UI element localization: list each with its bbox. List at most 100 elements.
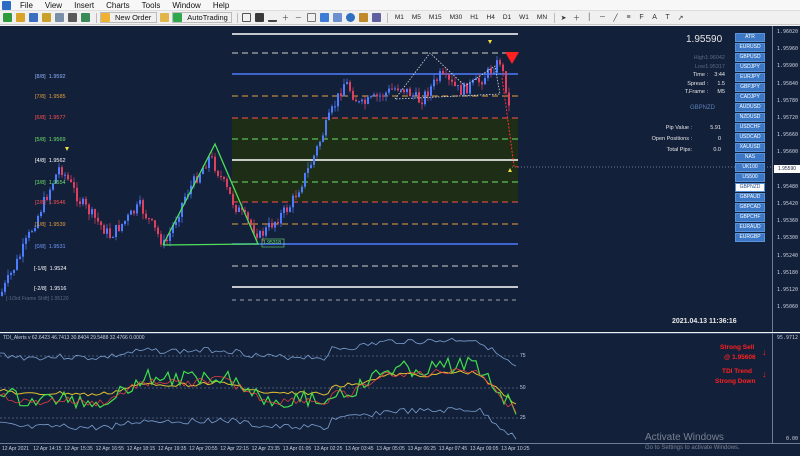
crosshair-icon[interactable]: ＋	[571, 12, 582, 23]
text-icon[interactable]: A	[649, 12, 660, 23]
symbol-button-nzdusd[interactable]: NZDUSD	[735, 113, 765, 122]
murrey-level-label: [-2/8] 1.9516	[34, 286, 67, 292]
trendline-icon[interactable]: ╱	[610, 12, 621, 23]
timeframe-mn[interactable]: MN	[533, 14, 551, 21]
time-axis-label: 13 Apr 02:25	[314, 446, 343, 452]
symbol-button-cadjpy[interactable]: CADJPY	[735, 93, 765, 102]
time-axis[interactable]: 12 Apr 2021 12 Apr 14:15 12 Apr 15:35 12 Ap…	[0, 443, 800, 456]
zoom-in-icon[interactable]: ＋	[280, 12, 291, 23]
symbol-button-xauusd[interactable]: XAUUSD	[735, 143, 765, 152]
menu-help[interactable]: Help	[207, 1, 235, 10]
candle-body	[433, 79, 435, 87]
new-order-icon	[101, 13, 110, 22]
symbol-button-gbpjpy[interactable]: GBPJPY	[735, 83, 765, 92]
tile-icon[interactable]	[306, 12, 317, 23]
horizontal-line-icon[interactable]: ─	[597, 12, 608, 23]
fibonacci-icon[interactable]: F	[636, 12, 647, 23]
symbol-button-us500[interactable]: US500	[735, 173, 765, 182]
symbol-button-gbpcad[interactable]: GBPCAD	[735, 203, 765, 212]
chart-shift-icon[interactable]	[332, 12, 343, 23]
arrow-icon[interactable]: ↗	[675, 12, 686, 23]
candle-chart-icon[interactable]	[254, 12, 265, 23]
price-axis-label: 1.95120	[776, 287, 798, 293]
market-watch-icon[interactable]	[28, 12, 39, 23]
symbol-button-gbpnzd[interactable]: GBPNZD	[735, 183, 765, 192]
symbol-button-euraud[interactable]: EURAUD	[735, 223, 765, 232]
bar-chart-icon[interactable]	[241, 12, 252, 23]
symbol-button-eurjpy[interactable]: EURJPY	[735, 73, 765, 82]
menu-tools[interactable]: Tools	[136, 1, 167, 10]
candle-body	[25, 237, 27, 244]
symbol-button-atr[interactable]: ATR	[735, 33, 765, 42]
new-chart-icon[interactable]	[2, 12, 13, 23]
timeframe-label: T.Frame :	[684, 89, 708, 95]
meta-editor-icon[interactable]	[159, 12, 170, 23]
cursor-icon[interactable]: ➤	[558, 12, 569, 23]
symbol-button-gbpaud[interactable]: GBPAUD	[735, 193, 765, 202]
timeframe-m30[interactable]: M30	[446, 14, 467, 21]
candle-body	[430, 86, 432, 96]
symbol-button-nas[interactable]: NAS	[735, 153, 765, 162]
timeframe-d1[interactable]: D1	[499, 14, 515, 21]
price-axis-label: 1.95600	[776, 149, 798, 156]
data-window-icon[interactable]	[54, 12, 65, 23]
candle-body	[280, 213, 282, 224]
candle-body	[229, 187, 231, 194]
symbol-button-eurusd[interactable]: EURUSD	[735, 43, 765, 52]
timeframe-w1[interactable]: W1	[515, 14, 533, 21]
candle-body	[496, 60, 498, 73]
new-order-button[interactable]: New Order	[100, 12, 158, 23]
price-axis[interactable]: 1.96020 1.95960 1.95900 1.95840 1.95780 1.957…	[772, 26, 800, 332]
indicators-icon[interactable]	[345, 12, 356, 23]
menu-window[interactable]: Window	[166, 1, 206, 10]
candle-body	[487, 68, 489, 78]
line-chart-icon[interactable]	[267, 12, 278, 23]
high-value: 1.96042	[705, 55, 725, 61]
symbol-button-gbpchf[interactable]: GBPCHF	[735, 213, 765, 222]
timeframe-h1[interactable]: H1	[466, 14, 482, 21]
activate-windows-subtitle: Go to Settings to activate Windows.	[645, 445, 740, 451]
candle-body	[127, 214, 129, 221]
navigator-icon[interactable]	[41, 12, 52, 23]
timeframe-m15[interactable]: M15	[425, 14, 446, 21]
tdi-indicator-canvas	[0, 337, 518, 440]
price-chart[interactable]: [8/8] 1.9592 [7/8] 1.9585 [6/8] 1.9577 [5/8…	[0, 26, 772, 332]
menu-charts[interactable]: Charts	[100, 1, 136, 10]
zoom-out-icon[interactable]: －	[293, 12, 304, 23]
candle-body	[481, 82, 483, 85]
autoscroll-icon[interactable]	[319, 12, 330, 23]
candle-body	[304, 172, 306, 187]
vertical-line-icon[interactable]: │	[584, 12, 595, 23]
symbol-button-audusd[interactable]: AUDUSD	[735, 103, 765, 112]
channel-icon[interactable]: ≡	[623, 12, 634, 23]
symbol-button-eurgbp[interactable]: EURGBP	[735, 233, 765, 242]
time-axis-label: 12 Apr 16:55	[95, 446, 124, 452]
signal-marker-icon	[65, 147, 69, 151]
symbol-button-gbpusd[interactable]: GBPUSD	[735, 53, 765, 62]
candle-body	[109, 228, 111, 238]
timeframe-m5[interactable]: M5	[408, 14, 425, 21]
label-icon[interactable]: T	[662, 12, 673, 23]
indicator-axis[interactable]: 95.9712 0.00	[772, 333, 800, 443]
timeframe-m1[interactable]: M1	[391, 14, 408, 21]
tdi-indicator-window[interactable]: TDI_Alerts v 62.6423 46.7413 30.8404 29.…	[0, 333, 772, 443]
candle-body	[286, 207, 288, 212]
symbol-button-uk100[interactable]: UK100	[735, 163, 765, 172]
candle-body	[421, 102, 423, 105]
menu-view[interactable]: View	[39, 1, 68, 10]
candle-body	[448, 74, 450, 80]
candle-body	[235, 204, 237, 213]
menu-insert[interactable]: Insert	[68, 1, 100, 10]
candle-body	[40, 212, 42, 217]
menu-file[interactable]: File	[14, 1, 39, 10]
tester-icon[interactable]	[80, 12, 91, 23]
timeframe-h4[interactable]: H4	[483, 14, 499, 21]
profiles-icon[interactable]	[15, 12, 26, 23]
symbol-button-usdchf[interactable]: USDCHF	[735, 123, 765, 132]
terminal-icon[interactable]	[67, 12, 78, 23]
symbol-button-usdcad[interactable]: USDCAD	[735, 133, 765, 142]
auto-trading-button[interactable]: AutoTrading	[172, 12, 232, 23]
symbol-button-usdjpy[interactable]: USDJPY	[735, 63, 765, 72]
periods-icon[interactable]	[358, 12, 369, 23]
templates-icon[interactable]	[371, 12, 382, 23]
